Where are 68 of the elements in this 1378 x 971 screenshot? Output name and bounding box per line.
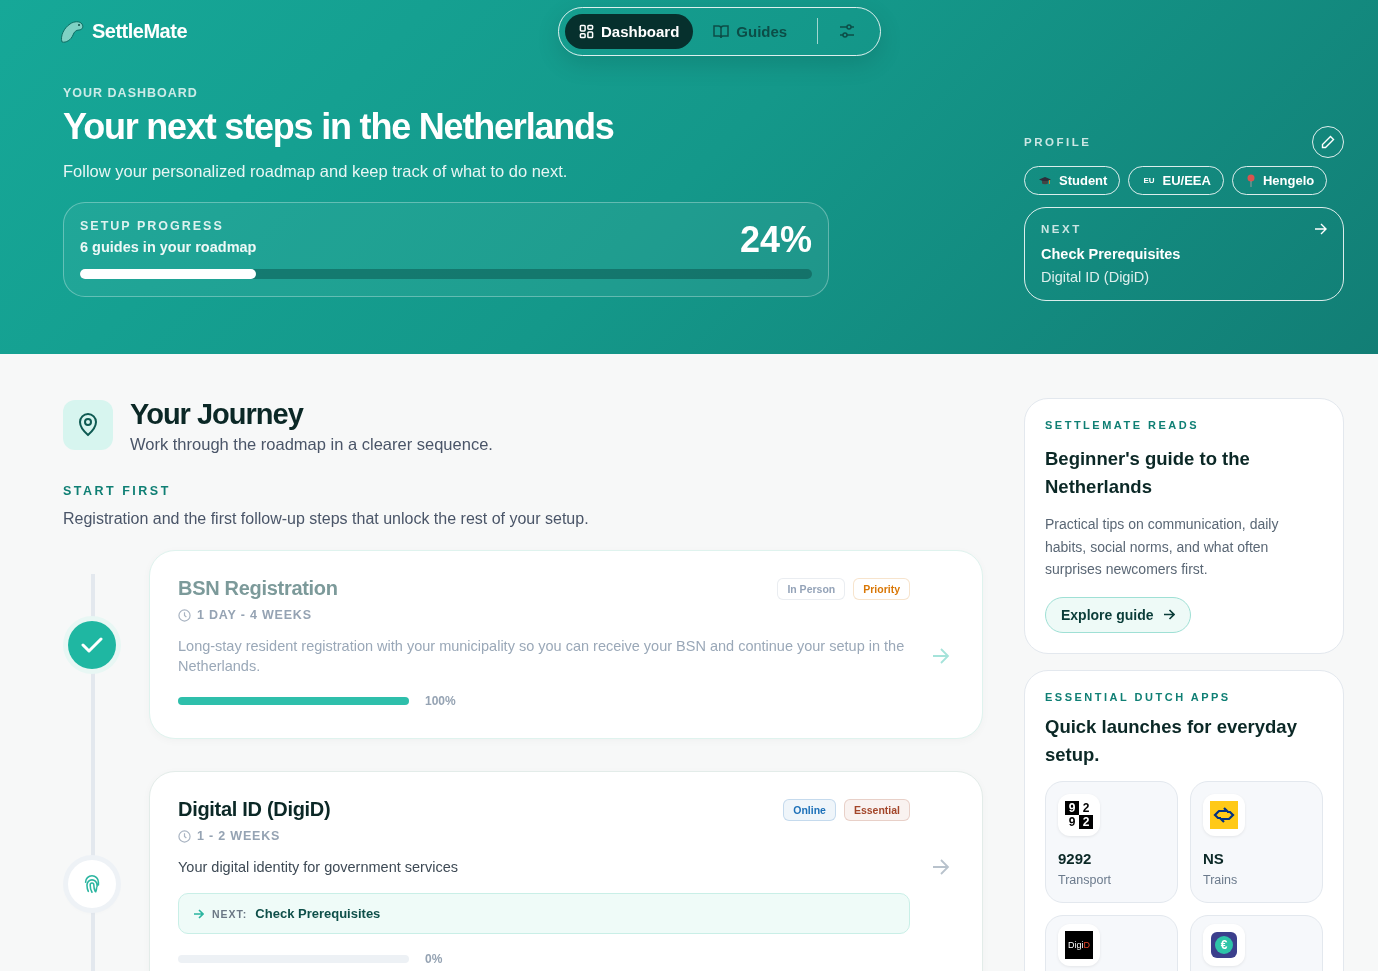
app-tile[interactable]: 9 2 9 2 9292 Transport [1045,780,1178,903]
nav-tab[interactable]: Dashboard [565,13,694,49]
step-progress-percent: 100% [425,694,456,708]
arrow-right-icon [932,648,950,664]
app-name: NS [1203,849,1225,867]
progress-caption: 6 guides in your roadmap [80,239,257,255]
step-description: Long-stay resident registration with your municipality so you can receive your BSN and continue your setup in the Netherlands. [178,637,906,676]
explore-guide-button[interactable]: Explore guide [1045,596,1191,633]
next-label: NEXT [1041,223,1082,235]
step-title: Digital ID (DigiD) [178,798,331,821]
graduation-cap-icon [1039,175,1051,186]
step-tag: In Person [777,577,846,600]
app-tile[interactable]: NS Trains [1190,780,1323,903]
next-substep-banner[interactable]: NEXT: Check Prerequisites [178,893,910,934]
step-progress-percent: 0% [425,952,443,966]
step-title: BSN Registration [178,577,338,600]
step-duration: 1 DAY - 4 WEEKS [197,608,312,622]
next-label: NEXT: [212,907,248,920]
grid-icon [579,23,594,39]
apps-title: Quick launches for everyday setup. [1045,714,1298,767]
step-tag: Essential [843,798,910,821]
section-label: START FIRST [63,484,172,498]
reads-label: SETTLEMATE READS [1045,419,1201,431]
arrow-right-icon [932,859,950,875]
app-logo: 9 2 9 2 [1065,800,1093,829]
app-category: Transport [1058,872,1113,887]
next-step-title: Check Prerequisites [1041,246,1182,262]
next-step-card[interactable]: NEXT Check Prerequisites Digital ID (DigiD) [1024,207,1344,301]
chip-label: Student [1059,173,1108,188]
step-description: Your digital identity for government services [178,858,459,877]
journey-subtitle: Work through the roadmap in a clearer sequence. [130,435,493,454]
app-tile[interactable]: DigiD [1045,914,1178,971]
chip-label: EU/EEA [1162,173,1211,188]
book-icon [713,23,730,39]
step-duration: 1 - 2 WEEKS [197,829,281,843]
app-logo: € [1211,931,1237,958]
app-logo: DigiD [1065,930,1093,959]
app-name: 9292 [1058,849,1093,867]
progress-percent: 24% [739,219,812,261]
eu-badge-icon: EU [1143,176,1155,185]
clock-icon [178,829,191,843]
guide-step-card[interactable]: Digital ID (DigiD) Online Essential 1 - 2 WEEKS Your digital identity for government services NEXT: Check Prerequisites 0% [149,771,983,971]
page-subtitle: Follow your personalized roadmap and keep track of what to do next. [63,162,569,181]
page-title: Your next steps in the Netherlands [63,106,615,148]
section-description: Registration and the first follow-up steps that unlock the rest of your setup. [63,510,590,528]
arrow-right-icon [1314,223,1327,235]
chip-label: Hengelo [1262,173,1315,188]
next-step-guide: Digital ID (DigiD) [1041,269,1150,285]
map-pin-icon [63,400,113,450]
profile-label: PROFILE [1024,136,1092,148]
article-title: Beginner's guide to the Netherlands [1045,447,1251,499]
sliders-icon [838,23,857,39]
ns-logo-icon [1210,800,1238,829]
pencil-icon [1321,135,1335,149]
arrow-right-icon [193,908,204,919]
apps-label: ESSENTIAL DUTCH APPS [1045,690,1232,703]
progress-label: SETUP PROGRESS [80,219,225,233]
dashboard-eyebrow: YOUR DASHBOARD [63,86,199,100]
next-substep-title: Check Prerequisites [255,906,381,921]
brand-name: SettleMate [92,19,188,43]
clock-icon [178,608,191,622]
article-summary: Practical tips on communication, daily habits, social norms, and what often surprises newcomers first. [1045,515,1280,579]
step-tag: Priority [853,577,910,600]
pushpin-icon [1246,174,1255,187]
journey-title: Your Journey [130,398,305,431]
arrow-right-icon [1162,609,1175,620]
step-tag: Online [783,798,836,821]
app-category: Trains [1203,872,1239,887]
